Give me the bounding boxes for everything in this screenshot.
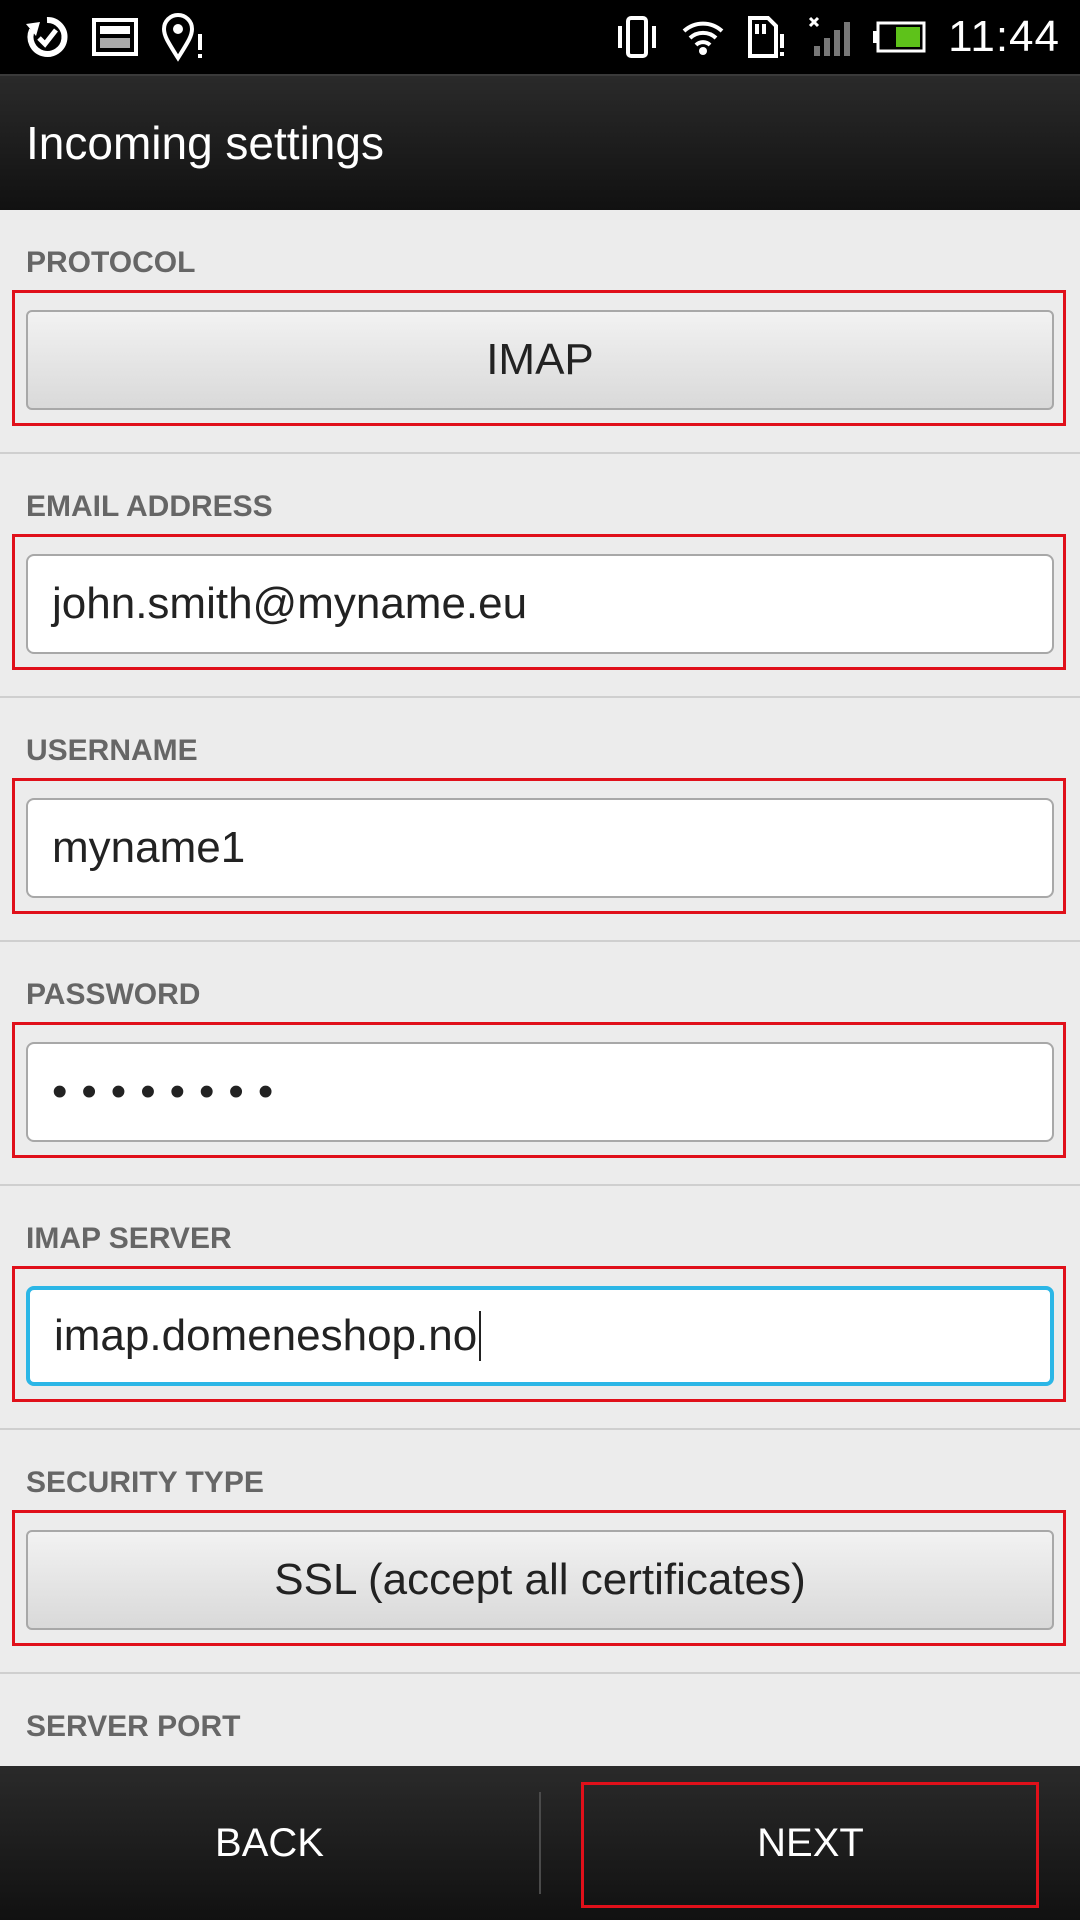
email-field[interactable]: john.smith@myname.eu <box>26 554 1054 654</box>
password-field[interactable]: •••••••• <box>26 1042 1054 1142</box>
protocol-label: PROTOCOL <box>26 246 196 279</box>
protocol-section: PROTOCOL IMAP <box>0 210 1080 454</box>
email-section: EMAIL ADDRESS john.smith@myname.eu <box>0 454 1080 698</box>
imap-server-field[interactable]: imap.domeneshop.no <box>26 1286 1054 1386</box>
status-right-icons: 11:44 <box>614 11 1060 63</box>
sync-icon <box>24 11 70 63</box>
status-left-icons <box>24 11 206 63</box>
page-title: Incoming settings <box>26 117 384 169</box>
security-type-label: SECURITY TYPE <box>26 1466 264 1499</box>
settings-form: PROTOCOL IMAP EMAIL ADDRESS john.smith@m… <box>0 210 1080 1766</box>
sd-card-alert-icon <box>746 11 786 63</box>
username-section: USERNAME myname1 <box>0 698 1080 942</box>
security-type-selector-button[interactable]: SSL (accept all certificates) <box>26 1530 1054 1630</box>
next-highlight <box>581 1782 1039 1908</box>
status-bar: 11:44 <box>0 0 1080 74</box>
password-section: PASSWORD •••••••• <box>0 942 1080 1186</box>
image-icon <box>92 11 138 63</box>
next-button[interactable]: NEXT <box>541 1766 1080 1920</box>
vibrate-icon <box>614 11 660 63</box>
username-field[interactable]: myname1 <box>26 798 1054 898</box>
security-type-section: SECURITY TYPE SSL (accept all certificat… <box>0 1430 1080 1674</box>
imap-server-value: imap.domeneshop.no <box>54 1311 478 1360</box>
protocol-selector-button[interactable]: IMAP <box>26 310 1054 410</box>
imap-server-section: IMAP SERVER imap.domeneshop.no <box>0 1186 1080 1430</box>
bottom-bar: BACK NEXT <box>0 1766 1080 1920</box>
server-port-section: SERVER PORT <box>0 1674 1080 1766</box>
email-label: EMAIL ADDRESS <box>26 490 273 523</box>
no-signal-icon <box>806 11 852 63</box>
imap-server-label: IMAP SERVER <box>26 1222 232 1255</box>
username-label: USERNAME <box>26 734 198 767</box>
action-bar: Incoming settings <box>0 74 1080 210</box>
server-port-label: SERVER PORT <box>26 1710 241 1743</box>
location-alert-icon <box>160 11 206 63</box>
battery-icon <box>872 11 928 63</box>
clock: 11:44 <box>948 12 1060 61</box>
back-button-label: BACK <box>215 1820 324 1865</box>
text-caret <box>479 1311 482 1361</box>
wifi-icon <box>680 11 726 63</box>
back-button[interactable]: BACK <box>0 1766 539 1920</box>
password-label: PASSWORD <box>26 978 201 1011</box>
